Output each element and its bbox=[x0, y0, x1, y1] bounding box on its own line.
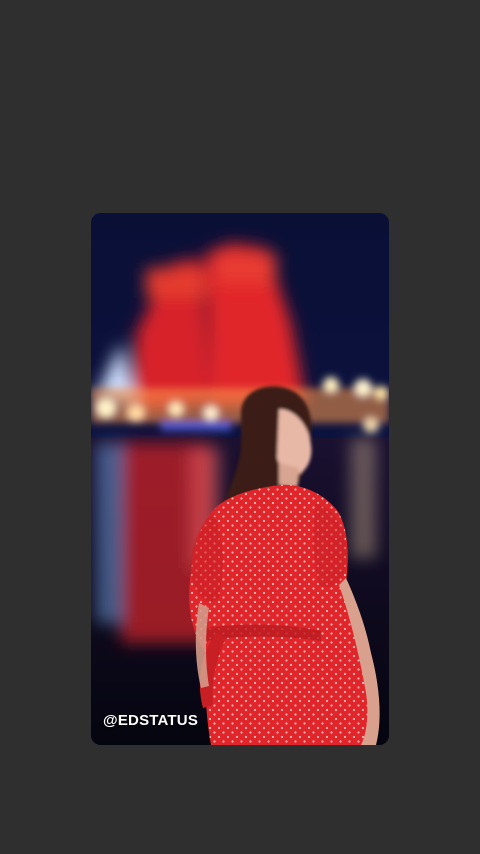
story-media-card[interactable]: @EDSTATUS bbox=[91, 213, 389, 745]
story-photo bbox=[91, 213, 389, 745]
watermark-username: @EDSTATUS bbox=[103, 712, 199, 729]
story-viewer: @EDSTATUS bbox=[0, 0, 480, 854]
